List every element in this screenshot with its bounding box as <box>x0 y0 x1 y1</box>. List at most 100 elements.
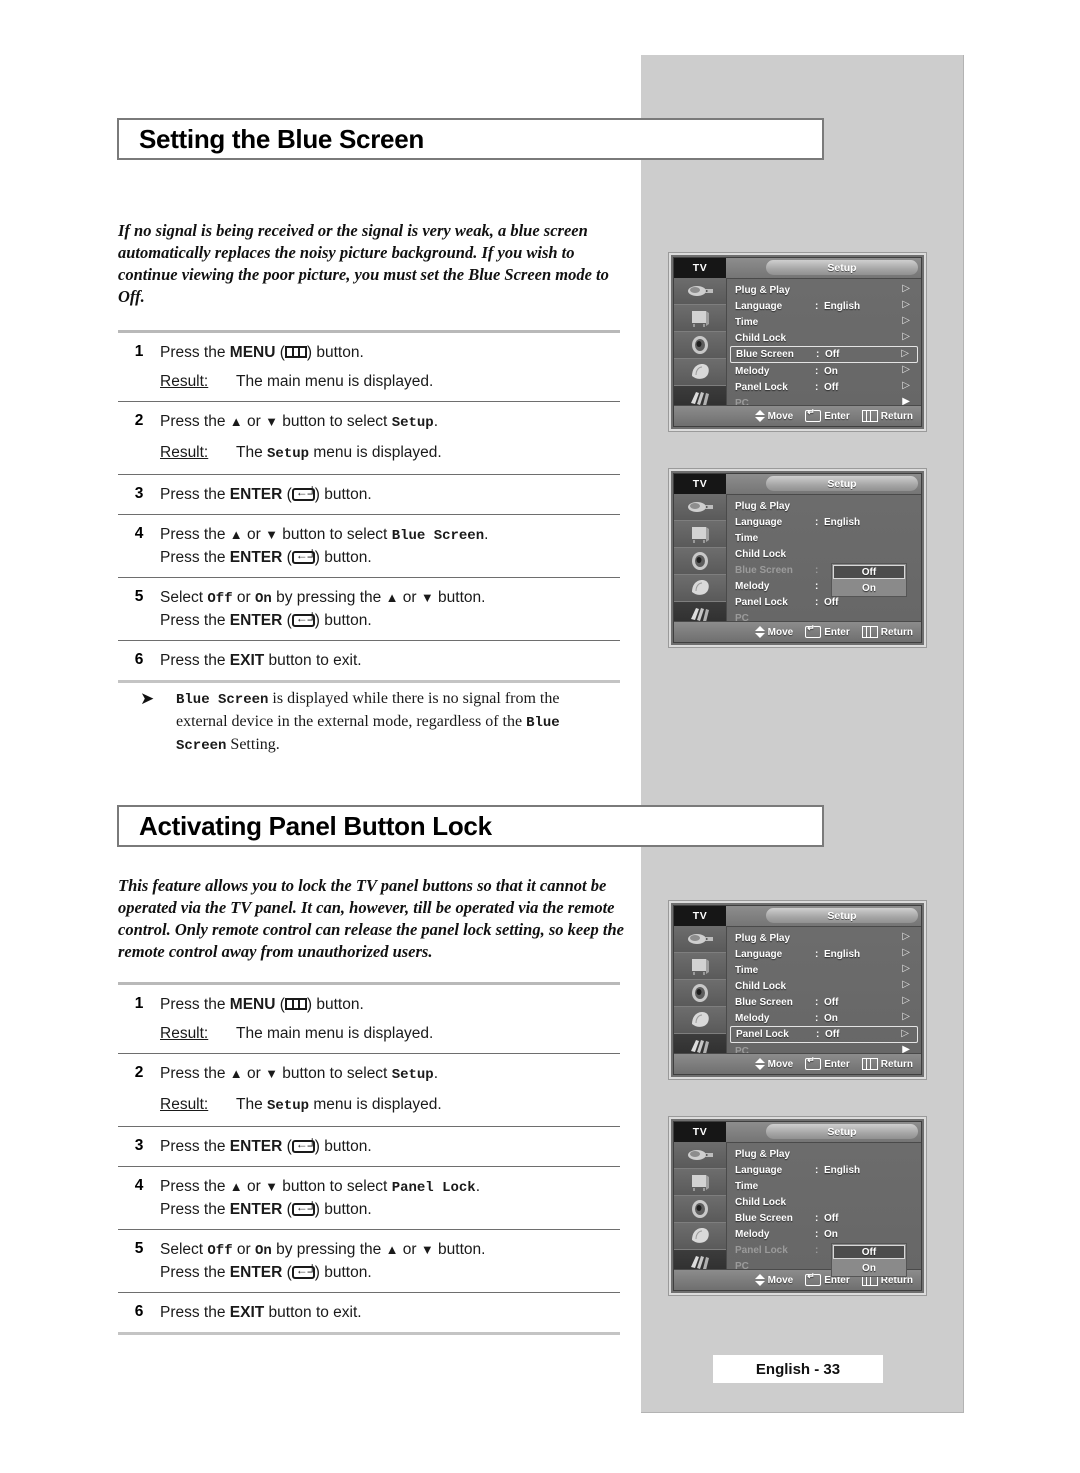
osd-sidebar-speaker-icon[interactable] <box>674 332 726 359</box>
result-text: The Setup menu is displayed. <box>236 1096 442 1114</box>
osd-dropdown-option[interactable]: On <box>832 580 906 596</box>
osd-sidebar <box>674 278 727 413</box>
osd-sidebar-hand-icon[interactable] <box>674 1223 726 1250</box>
step-line: Press the ▲ or ▼ button to select Setup. <box>160 1065 439 1083</box>
step-number: 2 <box>134 412 144 429</box>
osd-menu-item[interactable]: Plug & Play ▷ <box>730 930 918 946</box>
osd-item-value: Off <box>824 1212 839 1224</box>
step-body: Press the ▲ or ▼ button to select Blue S… <box>160 524 620 568</box>
osd-menu-item[interactable]: Language: English ▷ <box>730 298 918 314</box>
osd-sidebar-speaker-icon[interactable] <box>674 980 726 1007</box>
osd-menu-item[interactable]: Time <box>730 530 918 546</box>
osd-menu-item[interactable]: Blue Screen: Off <box>730 1210 918 1226</box>
chevron-right-icon: ▷ <box>902 947 910 958</box>
osd-menu-item[interactable]: Time ▷ <box>730 314 918 330</box>
osd-menu-item[interactable]: Time <box>730 1178 918 1194</box>
osd-menu-item[interactable]: Child Lock ▷ <box>730 978 918 994</box>
up-down-arrows-icon <box>754 1058 765 1070</box>
mono-term: Setup <box>391 1067 434 1083</box>
osd-sidebar-picture-icon[interactable] <box>674 1142 726 1169</box>
arrow-down-icon: ▼ <box>420 590 434 605</box>
key-name: ENTER <box>229 612 283 629</box>
osd-screenshot-blue-screen-dropdown: TV Setup Plug & Play Language: English Time Ch… <box>669 469 926 647</box>
step-row: 2 Press the ▲ or ▼ button to select Setup… <box>118 402 620 475</box>
osd-hint-return: Return <box>861 410 913 422</box>
osd-dropdown[interactable]: Off On <box>831 563 907 597</box>
osd-menu-item[interactable]: Plug & Play ▷ <box>730 282 918 298</box>
osd-body: TV Setup Plug & Play Language: English Time Ch… <box>673 1121 922 1291</box>
arrow-down-icon: ▼ <box>420 1242 434 1257</box>
osd-sidebar-tv-icon[interactable] <box>674 521 726 548</box>
step-row: 5 Select Off or On by pressing the ▲ or ▼… <box>118 578 620 641</box>
osd-item-label: Language <box>735 300 783 312</box>
step-row: 3 Press the ENTER (← ┘) button. <box>118 475 620 515</box>
osd-item-colon: : <box>815 948 819 960</box>
osd-menu-item[interactable]: Plug & Play <box>730 498 918 514</box>
step-row: 3 Press the ENTER (← ┘) button. <box>118 1127 620 1167</box>
osd-sidebar <box>674 926 727 1061</box>
osd-menu-item[interactable]: Child Lock ▷ <box>730 330 918 346</box>
mono-term: Setup <box>267 1098 310 1114</box>
osd-menu-item[interactable]: Panel Lock: Off ▷ <box>730 1026 918 1043</box>
step-line: Press the MENU () button. <box>160 996 364 1013</box>
osd-menu-item[interactable]: Melody: On ▷ <box>730 1010 918 1026</box>
osd-menu-item[interactable]: Blue Screen: Off ▷ <box>730 346 918 363</box>
step-line: Press the MENU () button. <box>160 344 364 361</box>
osd-item-label: Language <box>735 948 783 960</box>
step-line: Press the ENTER (← ┘) button. <box>160 548 372 567</box>
osd-sidebar-picture-icon[interactable] <box>674 278 726 305</box>
osd-menu-item[interactable]: Plug & Play <box>730 1146 918 1162</box>
chevron-right-icon: ▷ <box>902 380 910 391</box>
step-line: Select Off or On by pressing the ▲ or ▼ … <box>160 589 486 607</box>
page-footer: English - 33 <box>713 1355 883 1383</box>
osd-sidebar-tv-icon[interactable] <box>674 953 726 980</box>
osd-sidebar-tv-icon[interactable] <box>674 1169 726 1196</box>
osd-menu-item[interactable]: Time ▷ <box>730 962 918 978</box>
step-number: 3 <box>134 485 144 502</box>
osd-menu-item[interactable]: Child Lock <box>730 1194 918 1210</box>
mono-term: Setup <box>391 415 434 431</box>
enter-button-icon: ← ┘ <box>291 1138 317 1153</box>
osd-item-colon: : <box>815 596 819 608</box>
osd-body: TV Setup Plug & Play Language: English Time Ch… <box>673 473 922 643</box>
osd-sidebar-speaker-icon[interactable] <box>674 1196 726 1223</box>
osd-sidebar-picture-icon[interactable] <box>674 926 726 953</box>
step-body: Press the ▲ or ▼ button to select Setup.… <box>160 1063 620 1117</box>
osd-dropdown-option[interactable]: On <box>832 1260 906 1276</box>
osd-title: Setup <box>827 261 857 274</box>
osd-item-colon: : <box>815 1012 819 1024</box>
osd-dropdown-option[interactable]: Off <box>833 565 905 579</box>
section-heading-blue-screen: Setting the Blue Screen <box>117 118 824 160</box>
osd-hint-bar: Move Enter Return <box>674 405 921 426</box>
osd-menu-item[interactable]: Language: English <box>730 514 918 530</box>
chevron-right-icon: ▷ <box>902 364 910 375</box>
step-line: Press the ENTER (← ┘) button. <box>160 611 372 630</box>
osd-sidebar-speaker-icon[interactable] <box>674 548 726 575</box>
osd-item-colon: : <box>815 1244 819 1256</box>
osd-item-label: Melody <box>735 365 770 377</box>
osd-item-colon: : <box>815 365 819 377</box>
osd-menu-item[interactable]: Melody: On <box>730 1226 918 1242</box>
osd-item-value: English <box>824 516 861 528</box>
osd-item-label: Blue Screen <box>735 1212 793 1224</box>
osd-menu-item[interactable]: Child Lock <box>730 546 918 562</box>
osd-hint-return: Return <box>861 626 913 638</box>
osd-menu-item[interactable]: Panel Lock: Off ▷ <box>730 379 918 395</box>
osd-menu-item[interactable]: Language: English <box>730 1162 918 1178</box>
page-title-1: Setting the Blue Screen <box>139 123 424 154</box>
osd-hint-move: Move <box>754 1058 793 1070</box>
enter-key-icon <box>805 623 822 638</box>
arrow-up-icon: ▲ <box>229 527 243 542</box>
arrow-up-icon: ▲ <box>385 1242 399 1257</box>
osd-dropdown[interactable]: Off On <box>831 1243 907 1277</box>
osd-sidebar-picture-icon[interactable] <box>674 494 726 521</box>
osd-sidebar-hand-icon[interactable] <box>674 359 726 386</box>
osd-sidebar-tv-icon[interactable] <box>674 305 726 332</box>
osd-menu-item[interactable]: Language: English ▷ <box>730 946 918 962</box>
osd-menu-item[interactable]: Melody: On ▷ <box>730 363 918 379</box>
osd-sidebar-hand-icon[interactable] <box>674 1007 726 1034</box>
osd-dropdown-option[interactable]: Off <box>833 1245 905 1259</box>
osd-sidebar-hand-icon[interactable] <box>674 575 726 602</box>
osd-menu-item[interactable]: Blue Screen: Off ▷ <box>730 994 918 1010</box>
osd-menu-list: Plug & Play Language: English Time Child Loc… <box>727 1143 921 1277</box>
